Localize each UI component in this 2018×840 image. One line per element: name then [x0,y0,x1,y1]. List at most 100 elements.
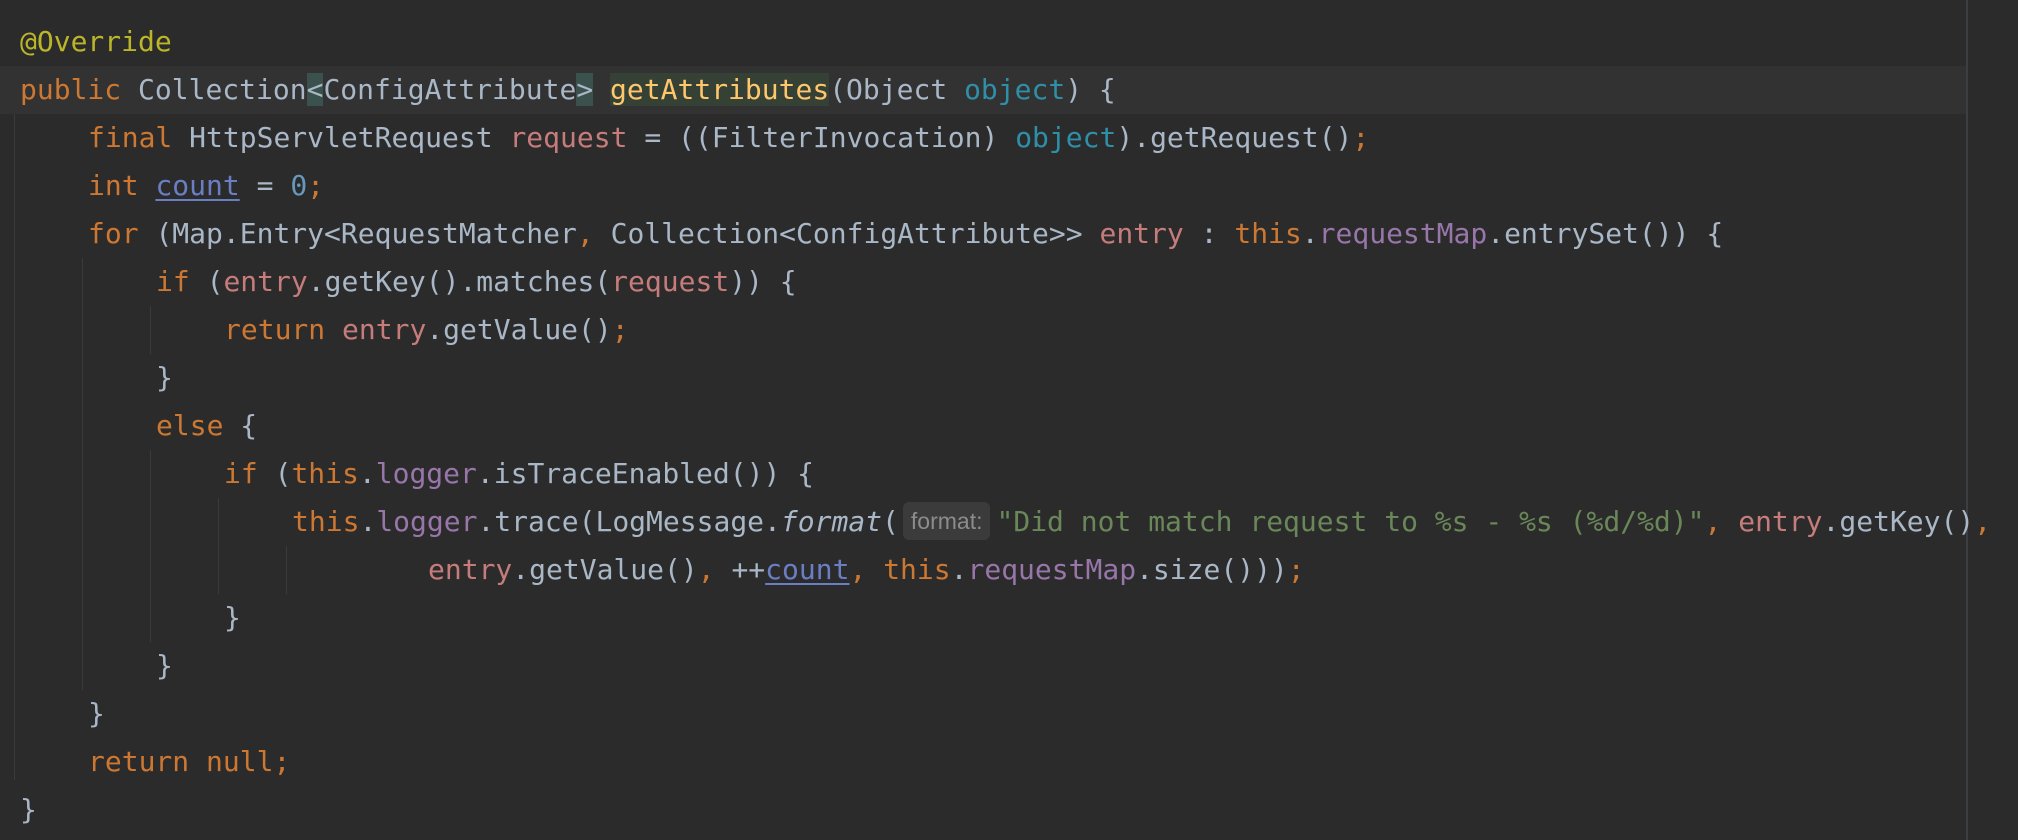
code-line[interactable]: public Collection<ConfigAttribute> getAt… [20,66,1116,114]
code-line[interactable]: if (this.logger.isTraceEnabled()) { [224,450,814,498]
code-line[interactable]: } [224,594,241,642]
code-token: .trace(LogMessage. [477,505,781,538]
parameter-hint: format: [902,502,991,540]
code-token: .isTraceEnabled()) { [476,457,815,490]
code-token: request [611,265,730,298]
code-editor[interactable]: @Override public Collection<ConfigAttribu… [0,0,2018,840]
code-line[interactable]: for (Map.Entry<RequestMatcher, Collectio… [88,210,1723,258]
code-token: ( [206,265,224,298]
code-token: . [358,457,376,490]
code-token: if [224,457,275,490]
code-token: .entrySet()) { [1487,217,1724,250]
code-token: ; [611,313,629,346]
indent-guide [150,306,151,354]
code-token: . [950,553,968,586]
indent-guide [150,450,151,642]
code-token: ( [274,457,292,490]
code-token: { [240,409,258,442]
code-token: this [292,505,360,538]
code-token: Collection<ConfigAttribute>> [610,217,1100,250]
indent-guide [218,498,219,594]
code-line[interactable]: return entry.getValue(); [224,306,629,354]
right-margin-guide [1966,0,1968,840]
code-token: = [239,169,291,202]
code-token: public [20,73,139,106]
code-line[interactable]: this.logger.trace(LogMessage.format(form… [292,498,1991,546]
code-token: .getValue() [426,313,612,346]
code-line[interactable]: final HttpServletRequest request = ((Fil… [88,114,1369,162]
code-token: ConfigAttribute [323,73,577,106]
code-token: entry [428,553,513,586]
code-token: , [849,553,884,586]
indent-guide [286,546,287,594]
code-token: request [509,121,628,154]
code-token: ; [1352,121,1370,154]
code-token: .size())) [1136,553,1288,586]
code-token: requestMap [1318,217,1488,250]
code-token: @Override [20,25,172,58]
code-token: entry [1099,217,1184,250]
code-token: "Did not match request to %s - %s (%d/%d… [996,505,1705,538]
code-token: .getValue() [512,553,698,586]
code-token: format [780,505,883,538]
code-line[interactable]: } [156,642,173,690]
code-line[interactable]: if (entry.getKey().matches(request)) { [156,258,797,306]
code-token: ).getRequest() [1116,121,1353,154]
code-token: )) { [729,265,797,298]
code-token: = ((FilterInvocation) [627,121,1016,154]
code-token: return [224,313,343,346]
code-token: final [88,121,190,154]
code-token: getAttributes [610,73,830,106]
code-token: . [359,505,377,538]
code-token: } [156,361,173,394]
code-token: int [88,169,156,202]
code-token: } [88,697,105,730]
code-token: this [291,457,359,490]
code-token: logger [375,457,477,490]
code-token: , [1974,505,1992,538]
code-token: this [883,553,951,586]
code-token: object [964,73,1066,106]
code-token: logger [376,505,478,538]
code-token: } [20,793,37,826]
code-line[interactable]: @Override [20,18,172,66]
code-line[interactable]: } [88,690,105,738]
code-token: .getKey().matches( [307,265,612,298]
code-token: count [155,169,240,202]
code-token: } [156,649,173,682]
code-token: : [1183,217,1235,250]
code-token: ++ [731,553,766,586]
code-token: return null [88,745,274,778]
code-line[interactable]: int count = 0; [88,162,324,210]
code-token: requestMap [967,553,1137,586]
code-token: else [156,409,241,442]
code-token: object [1015,121,1117,154]
code-token: HttpServletRequest [189,121,510,154]
code-line[interactable]: else { [156,402,257,450]
code-token: if [156,265,207,298]
code-line[interactable]: entry.getValue(), ++count, this.requestM… [428,546,1305,594]
code-token: entry [1738,505,1823,538]
code-token: ; [1287,553,1305,586]
code-token: (Object [829,73,965,106]
code-token: ( [882,505,899,538]
code-token: , [1704,505,1739,538]
code-token: ; [307,169,325,202]
code-token: > [576,73,594,106]
code-token: , [697,553,732,586]
code-token: entry [223,265,308,298]
code-token: 0 [290,169,308,202]
code-token: (Map.Entry<RequestMatcher [155,217,577,250]
code-line[interactable]: } [20,786,37,834]
code-token: } [224,601,241,634]
code-line[interactable]: return null; [88,738,290,786]
code-token: Collection [138,73,307,106]
indent-guide [82,258,83,690]
code-token: . [1301,217,1319,250]
indent-guide [14,114,15,780]
code-token: entry [342,313,427,346]
code-line[interactable]: } [156,354,173,402]
code-token: this [1234,217,1302,250]
code-token: count [765,553,850,586]
